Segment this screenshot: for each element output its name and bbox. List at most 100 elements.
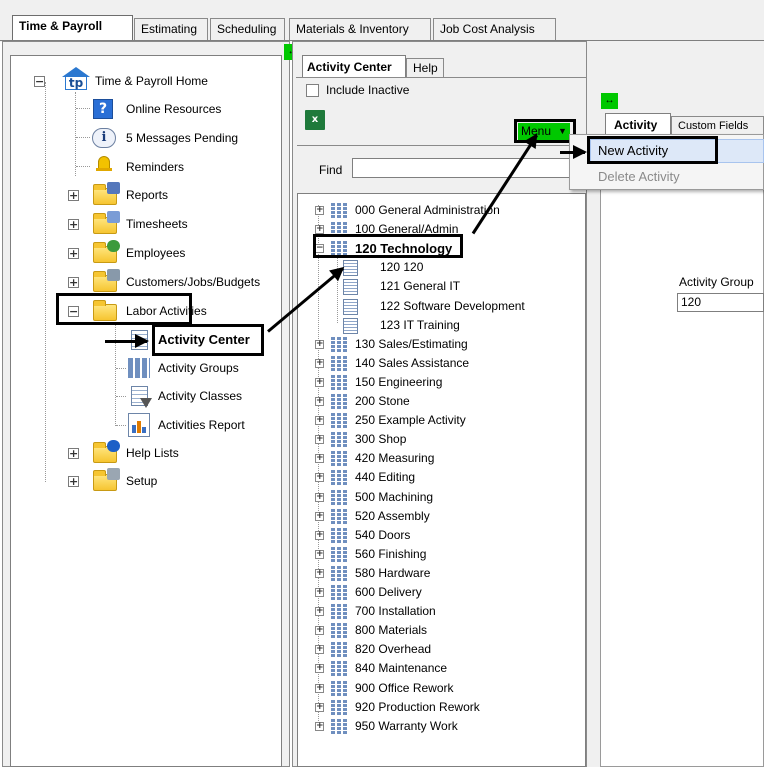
arrow-to-activity-center — [105, 334, 149, 348]
tree-item-customers[interactable]: Customers/Jobs/Budgets — [126, 271, 260, 293]
tree-item-online-resources[interactable]: Online Resources — [126, 98, 221, 120]
expand-icon[interactable]: + — [315, 721, 324, 731]
find-input[interactable] — [352, 158, 572, 178]
tp-home-icon: tp — [60, 67, 90, 91]
expand-icon[interactable]: + — [315, 626, 324, 636]
list-subitem[interactable]: 123 IT Training — [299, 316, 579, 335]
list-item[interactable]: +820 Overhead — [299, 640, 579, 659]
tree-root-label[interactable]: Time & Payroll Home — [95, 70, 208, 92]
expand-icon[interactable]: + — [315, 664, 324, 674]
expand-icon[interactable]: + — [68, 190, 79, 201]
highlight-box-new-activity — [587, 136, 718, 164]
expand-icon[interactable]: + — [68, 476, 79, 487]
employees-folder-icon — [93, 240, 120, 263]
activity-doc-icon — [343, 298, 358, 315]
splitter-handle-right[interactable]: ↔ — [601, 93, 618, 109]
expand-icon[interactable]: + — [315, 225, 324, 235]
tree-item-reminders[interactable]: Reminders — [126, 156, 184, 178]
list-item[interactable]: +920 Production Rework — [299, 698, 579, 717]
expand-icon[interactable]: + — [315, 645, 324, 655]
activity-doc-icon — [343, 279, 358, 296]
tree-item-employees[interactable]: Employees — [126, 242, 185, 264]
list-item[interactable]: +950 Warranty Work — [299, 717, 579, 736]
list-item[interactable]: +140 Sales Assistance — [299, 354, 579, 373]
tree-item-help-lists[interactable]: Help Lists — [126, 442, 179, 464]
include-inactive-checkbox[interactable] — [306, 84, 319, 97]
list-subitem[interactable]: 121 General IT — [299, 277, 579, 296]
list-item[interactable]: +800 Materials — [299, 621, 579, 640]
activity-grid-icon — [331, 394, 347, 409]
tab-activity-center[interactable]: Activity Center — [302, 55, 406, 78]
excel-export-icon[interactable]: x — [305, 110, 325, 130]
tree-item-activity-groups[interactable]: Activity Groups — [158, 357, 239, 379]
list-item[interactable]: +500 Machining — [299, 488, 579, 507]
expand-icon[interactable]: + — [315, 435, 324, 445]
list-item[interactable]: +440 Editing — [299, 468, 579, 487]
list-item[interactable]: +520 Assembly — [299, 507, 579, 526]
tab-job-cost-analysis[interactable]: Job Cost Analysis — [433, 18, 556, 40]
activity-group-field[interactable]: 120 — [677, 293, 764, 312]
tree-item-activity-classes[interactable]: Activity Classes — [158, 385, 242, 407]
tree-item-reports[interactable]: Reports — [126, 184, 168, 206]
help-question-icon: ? — [93, 99, 113, 119]
expand-icon[interactable]: + — [315, 702, 324, 712]
expand-icon[interactable]: + — [315, 568, 324, 578]
tab-materials-inventory[interactable]: Materials & Inventory — [289, 18, 431, 40]
list-item[interactable]: +600 Delivery — [299, 583, 579, 602]
expand-icon[interactable]: + — [315, 416, 324, 426]
expand-icon[interactable]: + — [315, 397, 324, 406]
expand-icon[interactable]: + — [315, 549, 324, 559]
list-item[interactable]: +580 Hardware — [299, 564, 579, 583]
collapse-icon[interactable]: − — [34, 76, 45, 87]
list-item[interactable]: +000 General Administration — [299, 201, 579, 220]
list-item[interactable]: +300 Shop — [299, 430, 579, 449]
tab-activity[interactable]: Activity — [605, 113, 671, 136]
expand-icon[interactable]: + — [315, 377, 324, 387]
expand-icon[interactable]: + — [315, 511, 324, 521]
list-item[interactable]: +130 Sales/Estimating — [299, 335, 579, 354]
tree-item-messages[interactable]: 5 Messages Pending — [126, 127, 238, 149]
tree-item-activities-report[interactable]: Activities Report — [158, 414, 245, 436]
activity-grid-icon — [331, 565, 347, 581]
activity-grid-icon — [331, 718, 347, 734]
tree-item-timesheets[interactable]: Timesheets — [126, 213, 188, 235]
expand-icon[interactable]: + — [68, 448, 79, 459]
expand-icon[interactable]: + — [68, 248, 79, 259]
expand-icon[interactable]: + — [315, 607, 324, 617]
filter-icon — [140, 398, 152, 408]
activity-form — [600, 136, 764, 767]
list-item[interactable]: +150 Engineering — [299, 373, 579, 392]
expand-icon[interactable]: + — [315, 492, 324, 502]
expand-icon[interactable]: + — [315, 473, 324, 483]
menu-item-delete-activity[interactable]: Delete Activity — [598, 169, 680, 184]
expand-icon[interactable]: + — [315, 588, 324, 597]
list-subitem[interactable]: 122 Software Development — [299, 297, 579, 316]
tree-item-setup[interactable]: Setup — [126, 470, 157, 492]
highlight-box-menu — [514, 119, 576, 143]
bell-icon — [96, 156, 112, 174]
list-item[interactable]: +700 Installation — [299, 602, 579, 621]
expand-icon[interactable]: + — [315, 206, 324, 215]
activity-grid-icon — [331, 642, 347, 658]
expand-icon[interactable]: + — [68, 219, 79, 230]
list-item[interactable]: +420 Measuring — [299, 449, 579, 468]
tab-scheduling[interactable]: Scheduling — [210, 18, 285, 40]
tab-estimating[interactable]: Estimating — [134, 18, 208, 40]
expand-icon[interactable]: + — [315, 454, 324, 464]
tab-custom-fields[interactable]: Custom Fields — [671, 116, 764, 136]
expand-icon[interactable]: + — [68, 277, 79, 288]
activity-grid-icon — [331, 508, 347, 524]
expand-icon[interactable]: + — [315, 358, 324, 368]
tab-help[interactable]: Help — [406, 58, 444, 78]
expand-icon[interactable]: + — [315, 530, 324, 540]
activity-grid-icon — [331, 355, 347, 371]
list-item[interactable]: +540 Doors — [299, 526, 579, 545]
list-item[interactable]: +250 Example Activity — [299, 411, 579, 430]
list-item[interactable]: +900 Office Rework — [299, 679, 579, 698]
list-item[interactable]: +840 Maintenance — [299, 659, 579, 678]
list-item[interactable]: +200 Stone — [299, 392, 579, 411]
tab-time-payroll[interactable]: Time & Payroll — [12, 15, 133, 42]
expand-icon[interactable]: + — [315, 683, 324, 693]
expand-icon[interactable]: + — [315, 339, 324, 349]
list-item[interactable]: +560 Finishing — [299, 545, 579, 564]
